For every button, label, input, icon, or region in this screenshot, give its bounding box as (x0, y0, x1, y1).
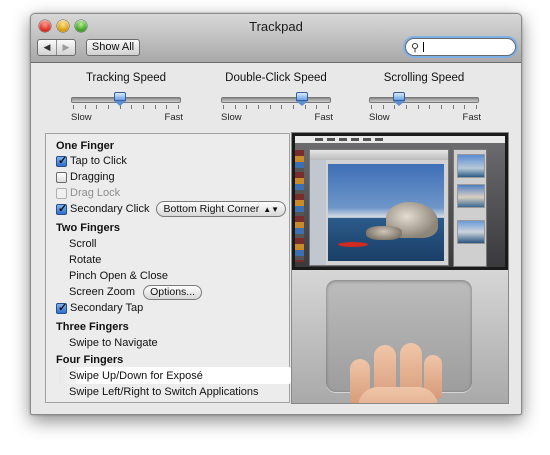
forward-arrow-icon[interactable]: ▶ (56, 40, 75, 55)
title-bar: Trackpad ◀ ▶ Show All ⚲ (31, 14, 521, 63)
secondary-click-popup[interactable]: Bottom Right Corner ▲▼ (156, 201, 287, 217)
slider-thumb[interactable] (114, 92, 127, 106)
slider-slow-label: Slow (369, 112, 390, 123)
two-fingers-header: Two Fingers (56, 222, 120, 234)
options-button[interactable]: Options... (143, 285, 203, 300)
preview-dock (295, 150, 304, 262)
preview-app-window (309, 149, 449, 266)
screen-zoom-label: Screen Zoom (69, 286, 136, 298)
dragging-label: Dragging (70, 171, 115, 183)
preview-thumbnails (453, 149, 487, 267)
show-all-button[interactable]: Show All (86, 39, 140, 56)
drag-lock-checkbox (56, 187, 67, 199)
secondary-click-option[interactable]: Secondary Click Bottom Right Corner▲▼ (56, 201, 287, 217)
tap-to-click-label: Tap to Click (70, 155, 127, 167)
back-forward-control: ◀ ▶ (37, 39, 76, 56)
pinch-row[interactable]: Pinch Open & Close (69, 268, 168, 284)
slider-ticks (371, 105, 477, 109)
double-click-speed-label: Double-Click Speed (225, 72, 327, 84)
magnifier-icon: ⚲ (411, 42, 420, 54)
slider-track[interactable] (221, 97, 331, 103)
scroll-row[interactable]: Scroll (69, 236, 97, 252)
secondary-tap-label: Secondary Tap (70, 302, 144, 314)
up-down-arrows-icon: ▲▼ (263, 205, 280, 214)
secondary-click-label: Secondary Click (70, 203, 150, 215)
slider-thumb[interactable] (295, 92, 308, 106)
slider-fast-label: Fast (164, 112, 183, 123)
tracking-speed-slider: Tracking Speed Slow Fast (71, 72, 183, 123)
search-field[interactable]: ⚲ (405, 38, 516, 56)
drag-lock-option: Drag Lock (56, 185, 120, 201)
tap-to-click-checkbox[interactable] (56, 153, 67, 169)
preview-menubar (295, 136, 505, 143)
screen-zoom-row[interactable]: Screen Zoom Options... (69, 284, 203, 300)
back-arrow-icon[interactable]: ◀ (38, 40, 56, 55)
preview-photo (328, 164, 444, 261)
tap-to-click-option[interactable]: Tap to Click (56, 153, 127, 169)
slider-ticks (223, 105, 329, 109)
preview-screen (295, 136, 505, 267)
dragging-checkbox[interactable] (56, 171, 67, 183)
text-caret (423, 42, 424, 52)
swipe-up-down-expose-row[interactable]: Swipe Up/Down for Exposé (69, 368, 203, 384)
dragging-option[interactable]: Dragging (56, 169, 115, 185)
preview-trackpad-area (292, 270, 508, 403)
slider-fast-label: Fast (462, 112, 481, 123)
swipe-left-right-row[interactable]: Swipe Left/Right to Switch Applications (69, 384, 259, 400)
swipe-to-navigate-row[interactable]: Swipe to Navigate (69, 335, 158, 351)
slider-slow-label: Slow (71, 112, 92, 123)
secondary-click-checkbox[interactable] (56, 201, 67, 217)
slider-fast-label: Fast (314, 112, 333, 123)
secondary-tap-option[interactable]: Secondary Tap (56, 300, 143, 316)
four-fingers-header: Four Fingers (56, 354, 124, 366)
three-fingers-header: Three Fingers (56, 321, 129, 333)
double-click-speed-slider: Double-Click Speed Slow Fast (221, 72, 333, 123)
trackpad-window: Trackpad ◀ ▶ Show All ⚲ Tracking Speed S… (30, 13, 522, 415)
hand-image (340, 337, 442, 403)
drag-lock-label: Drag Lock (70, 187, 121, 199)
tracking-speed-label: Tracking Speed (85, 72, 167, 84)
secondary-tap-checkbox[interactable] (56, 300, 67, 316)
window-title: Trackpad (249, 19, 303, 34)
scrolling-speed-slider: Scrolling Speed Slow Fast (369, 72, 481, 123)
slider-thumb[interactable] (393, 92, 405, 106)
scrolling-speed-label: Scrolling Speed (383, 72, 465, 84)
slider-slow-label: Slow (221, 112, 242, 123)
gesture-preview-video (291, 132, 509, 404)
popup-value: Bottom Right Corner (163, 203, 260, 215)
gesture-list-panel: One Finger Tap to Click Dragging Drag Lo… (45, 133, 299, 403)
slider-track[interactable] (369, 97, 479, 103)
rotate-row[interactable]: Rotate (69, 252, 101, 268)
